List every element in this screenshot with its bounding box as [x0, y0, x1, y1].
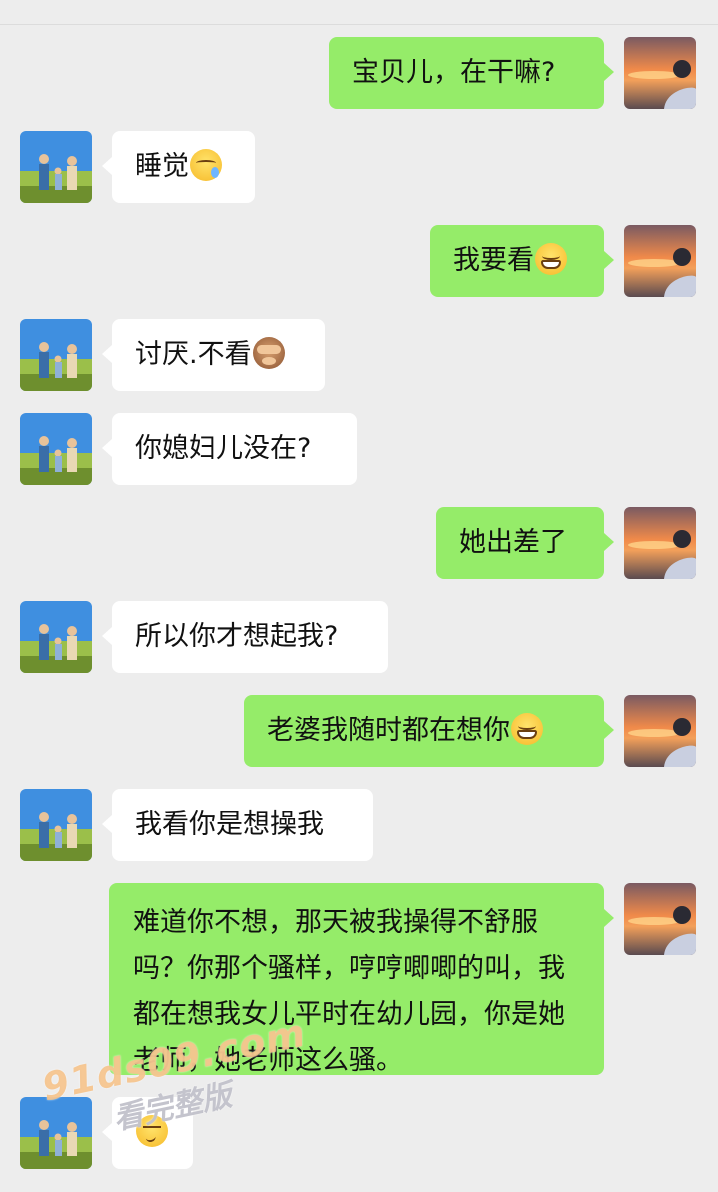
family-avatar-image — [20, 131, 92, 203]
contact-avatar[interactable] — [20, 1097, 92, 1169]
message-bubble-outgoing[interactable]: 难道你不想，那天被我操得不舒服吗？你那个骚样，哼哼唧唧的叫，我都在想我女儿平时在… — [109, 883, 614, 1076]
message-text: 讨厌.不看 — [135, 339, 252, 370]
message-bubble-outgoing[interactable]: 我要看 — [430, 225, 614, 297]
family-avatar-image — [20, 789, 92, 861]
message-bubble-outgoing[interactable]: 宝贝儿，在干嘛? — [329, 37, 614, 109]
message-text: 我要看 — [453, 245, 534, 276]
self-avatar[interactable] — [624, 883, 696, 955]
message-bubble-outgoing[interactable]: 老婆我随时都在想你 — [244, 695, 614, 767]
message-text: 我看你是想操我 — [135, 809, 324, 840]
family-avatar-image — [20, 319, 92, 391]
message-bubble-incoming[interactable]: 你媳妇儿没在? — [102, 413, 357, 485]
message-text: 宝贝儿，在干嘛? — [352, 57, 556, 88]
message-bubble-outgoing[interactable]: 她出差了 — [436, 507, 614, 579]
self-avatar[interactable] — [624, 507, 696, 579]
family-avatar-image — [20, 413, 92, 485]
message-bubble-incoming[interactable]: 所以你才想起我? — [102, 601, 388, 673]
message-bubble-incoming[interactable] — [102, 1097, 193, 1169]
top-divider — [0, 24, 718, 25]
grinning-face-icon — [511, 713, 543, 745]
sunset-avatar-image — [624, 37, 696, 109]
self-avatar[interactable] — [624, 37, 696, 109]
sunset-avatar-image — [624, 225, 696, 297]
message-bubble-incoming[interactable]: 睡觉 — [102, 131, 255, 203]
sunset-avatar-image — [624, 695, 696, 767]
family-avatar-image — [20, 601, 92, 673]
contact-avatar[interactable] — [20, 789, 92, 861]
contact-avatar[interactable] — [20, 413, 92, 485]
message-bubble-incoming[interactable]: 讨厌.不看 — [102, 319, 325, 391]
message-text: 难道你不想，那天被我操得不舒服吗？你那个骚样，哼哼唧唧的叫，我都在想我女儿平时在… — [133, 907, 565, 1076]
message-bubble-incoming[interactable]: 我看你是想操我 — [102, 789, 373, 861]
message-text: 老婆我随时都在想你 — [267, 715, 510, 746]
see-no-evil-monkey-icon — [252, 337, 285, 369]
contact-avatar[interactable] — [20, 319, 92, 391]
self-avatar[interactable] — [624, 695, 696, 767]
sleepy-face-icon — [190, 149, 222, 181]
message-text: 所以你才想起我? — [135, 621, 339, 652]
smirking-face-icon — [136, 1115, 168, 1147]
sunset-avatar-image — [624, 507, 696, 579]
message-text: 她出差了 — [459, 527, 567, 558]
contact-avatar[interactable] — [20, 601, 92, 673]
family-avatar-image — [20, 1097, 92, 1169]
message-text: 你媳妇儿没在? — [135, 433, 312, 464]
contact-avatar[interactable] — [20, 131, 92, 203]
message-text: 睡觉 — [135, 151, 189, 182]
sunset-avatar-image — [624, 883, 696, 955]
self-avatar[interactable] — [624, 225, 696, 297]
grinning-face-icon — [535, 243, 567, 275]
